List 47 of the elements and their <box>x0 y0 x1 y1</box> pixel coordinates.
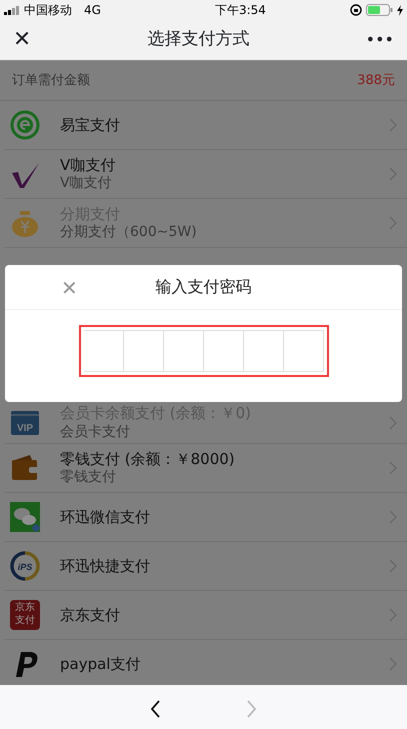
chevron-right-icon <box>389 118 397 132</box>
order-amount-label: 订单需付金额 <box>12 72 90 90</box>
rotation-lock-icon <box>350 4 362 16</box>
chevron-right-icon <box>389 216 397 230</box>
password-digit-field[interactable] <box>164 330 204 372</box>
payment-method-note: V咖支付 <box>60 174 113 192</box>
chevron-right-icon <box>389 657 397 671</box>
payment-method-note: 会员卡支付 <box>60 422 131 441</box>
wallet-icon <box>10 453 40 483</box>
payment-method-name: 京东支付 <box>60 606 121 624</box>
battery-icon <box>366 4 393 16</box>
chevron-right-icon <box>389 461 397 475</box>
chevron-right-icon <box>389 608 397 622</box>
password-digit-field[interactable] <box>124 330 164 372</box>
close-button[interactable]: ✕ <box>8 22 36 58</box>
jd-logo-icon: 京东支付 <box>10 600 40 630</box>
chevron-right-icon <box>389 167 397 181</box>
page-title: 选择支付方式 <box>147 28 250 52</box>
payment-method-name: V咖支付 <box>60 156 116 174</box>
chevron-right-icon <box>389 510 397 524</box>
password-digit-field[interactable] <box>244 330 284 372</box>
e-logo-icon <box>10 110 40 140</box>
chevron-right-icon <box>389 559 397 573</box>
payment-method-name: paypal支付 <box>60 654 142 674</box>
signal-icon <box>4 6 20 14</box>
order-amount: 388元 <box>357 72 395 90</box>
dialog-title: 输入支付密码 <box>156 276 252 298</box>
network-type: 4G <box>84 2 101 19</box>
charging-icon <box>396 4 403 16</box>
password-digit-field[interactable] <box>284 330 324 372</box>
chat-bubbles-icon <box>10 502 40 532</box>
payment-method-name: 易宝支付 <box>60 116 121 134</box>
chevron-left-icon <box>150 700 160 718</box>
password-digit-field[interactable] <box>84 330 124 372</box>
chevron-right-icon <box>246 700 258 718</box>
payment-method-name: 环迅微信支付 <box>60 508 151 526</box>
close-button[interactable]: ✕ <box>57 273 82 303</box>
clock-time: 下午3:54 <box>214 2 266 19</box>
more-button[interactable]: ••• <box>360 27 399 53</box>
carrier-name: 中国移动 <box>24 2 72 19</box>
payment-method-note: 分期支付（600~5W) <box>60 223 198 242</box>
password-digit-field[interactable] <box>204 330 244 372</box>
money-bag-icon <box>10 208 40 238</box>
payment-method-note: 零钱支付 <box>60 468 117 486</box>
chevron-right-icon <box>389 416 397 430</box>
payment-method-name: 零钱支付 (余额：￥8000) <box>60 450 236 468</box>
payment-method-name: 环迅快捷支付 <box>60 556 151 576</box>
